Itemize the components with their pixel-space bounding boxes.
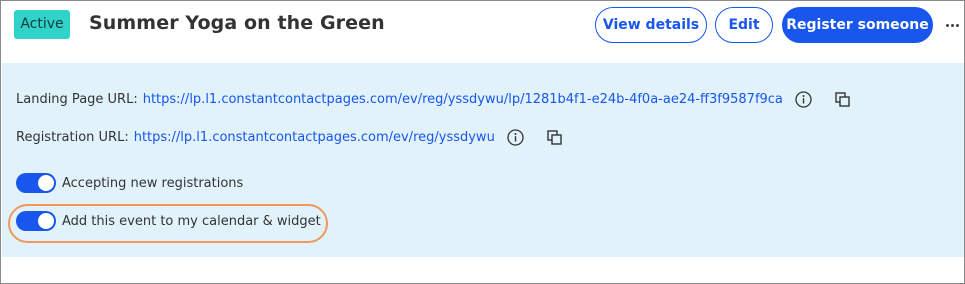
accepting-registrations-toggle[interactable] [16, 173, 56, 193]
more-options-icon[interactable] [940, 13, 964, 37]
landing-page-url-link[interactable]: https://lp.l1.constantcontactpages.com/e… [143, 92, 783, 107]
registration-url-row: Registration URL: https://lp.l1.constant… [16, 129, 563, 146]
register-someone-button[interactable]: Register someone [782, 7, 933, 43]
calendar-widget-row: Add this event to my calendar & widget [16, 211, 321, 231]
copy-icon[interactable] [546, 129, 563, 146]
landing-page-url-row: Landing Page URL: https://lp.l1.constant… [16, 91, 851, 108]
page-title: Summer Yoga on the Green [89, 12, 385, 34]
view-details-button[interactable]: View details [595, 7, 707, 43]
calendar-widget-label: Add this event to my calendar & widget [62, 213, 321, 229]
calendar-widget-toggle[interactable] [16, 211, 56, 231]
event-card: Active Summer Yoga on the Green View det… [0, 0, 965, 284]
accepting-registrations-label: Accepting new registrations [62, 175, 244, 191]
accepting-registrations-row: Accepting new registrations [16, 173, 243, 193]
registration-url-label: Registration URL: [16, 130, 129, 145]
landing-page-url-label: Landing Page URL: [16, 92, 138, 107]
edit-button[interactable]: Edit [715, 7, 773, 43]
status-badge: Active [14, 10, 70, 39]
info-icon[interactable] [795, 91, 812, 108]
info-icon[interactable] [507, 129, 524, 146]
registration-url-link[interactable]: https://lp.l1.constantcontactpages.com/e… [134, 130, 495, 145]
copy-icon[interactable] [834, 91, 851, 108]
